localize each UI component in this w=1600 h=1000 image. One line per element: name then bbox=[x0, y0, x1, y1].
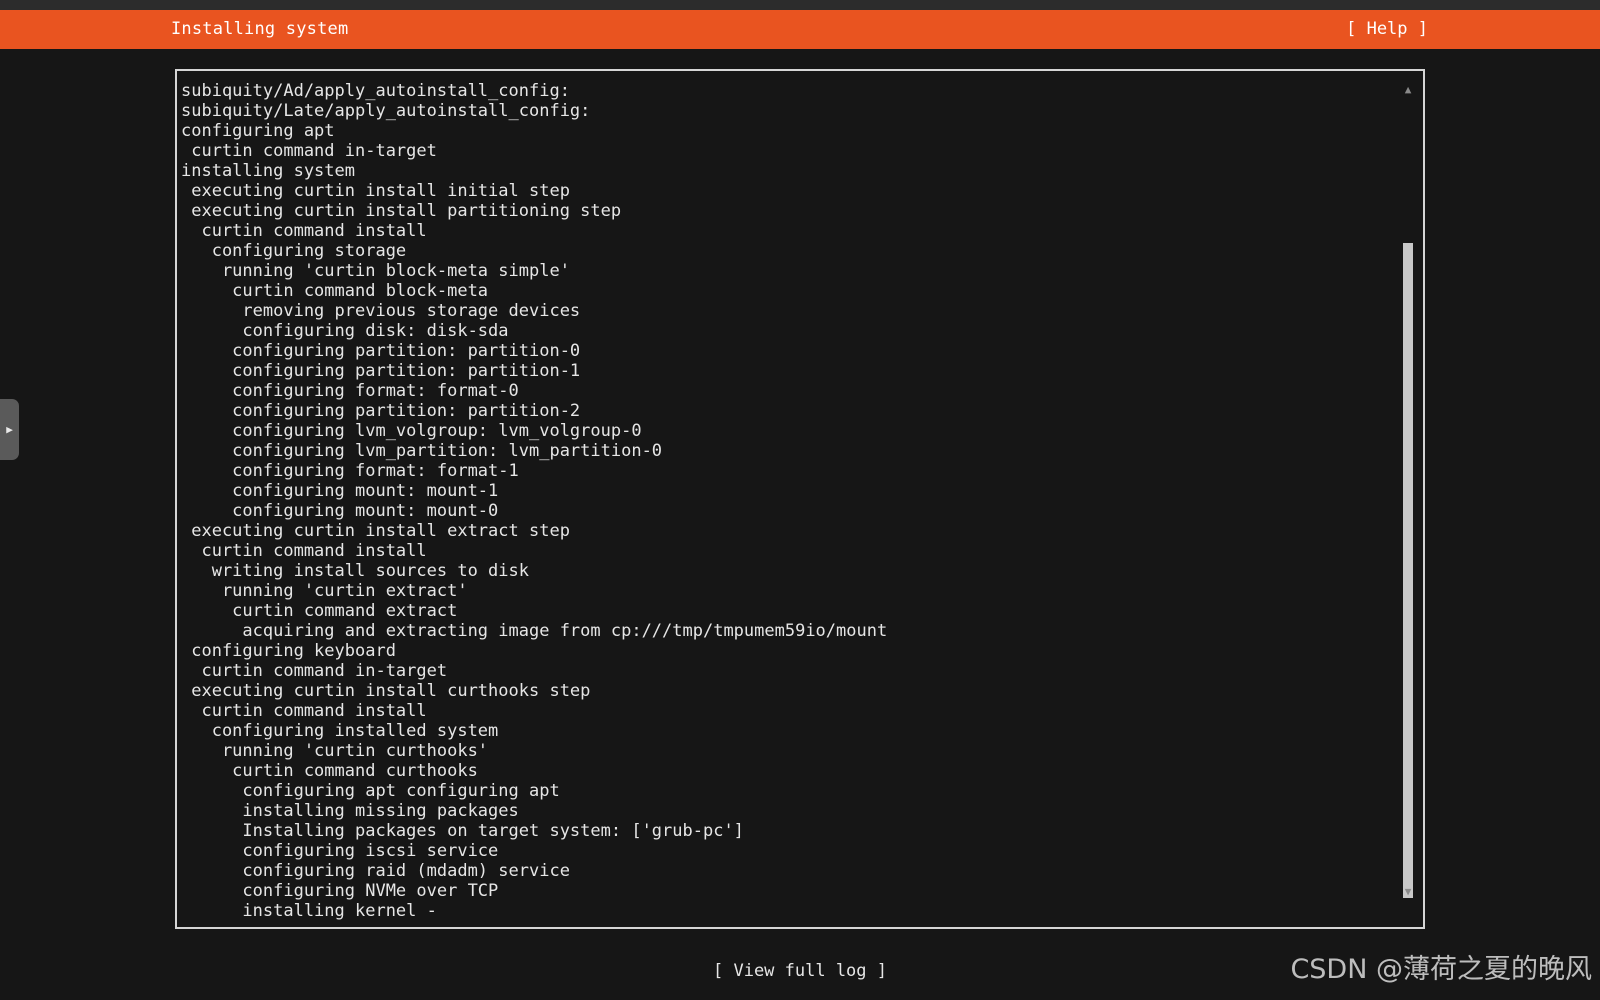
scroll-down-arrow-icon[interactable]: ▼ bbox=[1401, 885, 1415, 899]
log-line: running 'curtin extract' bbox=[181, 581, 468, 601]
log-line: configuring raid (mdadm) service bbox=[181, 861, 570, 881]
log-line: configuring installed system bbox=[181, 721, 499, 741]
log-line: executing curtin install initial step bbox=[181, 181, 570, 201]
log-line: curtin command install bbox=[181, 541, 427, 561]
log-line: installing system bbox=[181, 161, 355, 181]
log-line: configuring keyboard bbox=[181, 641, 396, 661]
log-line: curtin command extract bbox=[181, 601, 458, 621]
log-line: configuring mount: mount-1 bbox=[181, 481, 499, 501]
log-line: curtin command install bbox=[181, 701, 427, 721]
log-lines: subiquity/Ad/apply_autoinstall_config: su… bbox=[181, 81, 1383, 921]
side-panel-toggle[interactable]: ▶ bbox=[0, 399, 19, 460]
log-line: acquiring and extracting image from cp:/… bbox=[181, 621, 888, 641]
log-line: running 'curtin block-meta simple' bbox=[181, 261, 570, 281]
log-line: configuring partition: partition-2 bbox=[181, 401, 581, 421]
header-bar: Installing system [ Help ] bbox=[0, 10, 1600, 49]
log-line: configuring apt bbox=[181, 121, 335, 141]
log-line: configuring lvm_partition: lvm_partition… bbox=[181, 441, 663, 461]
log-line: curtin command in-target bbox=[181, 141, 437, 161]
chevron-right-icon: ▶ bbox=[6, 423, 13, 436]
help-button[interactable]: [ Help ] bbox=[1346, 10, 1428, 49]
log-line: configuring storage bbox=[181, 241, 407, 261]
log-line: configuring partition: partition-0 bbox=[181, 341, 581, 361]
log-line: installing missing packages bbox=[181, 801, 519, 821]
log-line: executing curtin install partitioning st… bbox=[181, 201, 622, 221]
install-log-panel: subiquity/Ad/apply_autoinstall_config: su… bbox=[175, 69, 1425, 929]
log-line: configuring lvm_volgroup: lvm_volgroup-0 bbox=[181, 421, 642, 441]
watermark: CSDN @薄荷之夏的晚风 bbox=[1290, 954, 1592, 985]
log-line: executing curtin install curthooks step bbox=[181, 681, 591, 701]
top-strip bbox=[0, 0, 1600, 10]
log-line: configuring disk: disk-sda bbox=[181, 321, 509, 341]
log-line: configuring mount: mount-0 bbox=[181, 501, 499, 521]
log-line: configuring apt configuring apt bbox=[181, 781, 560, 801]
log-line: configuring format: format-0 bbox=[181, 381, 519, 401]
log-line: curtin command install bbox=[181, 221, 427, 241]
scroll-up-arrow-icon[interactable]: ▲ bbox=[1401, 83, 1415, 97]
log-line: installing kernel - bbox=[181, 901, 437, 921]
log-line: curtin command curthooks bbox=[181, 761, 478, 781]
view-full-log-button[interactable]: [ View full log ] bbox=[713, 961, 887, 981]
log-line: configuring iscsi service bbox=[181, 841, 499, 861]
log-line: Installing packages on target system: ['… bbox=[181, 821, 744, 841]
log-line: removing previous storage devices bbox=[181, 301, 581, 321]
log-line: configuring partition: partition-1 bbox=[181, 361, 581, 381]
log-line: configuring NVMe over TCP bbox=[181, 881, 499, 901]
log-line: running 'curtin curthooks' bbox=[181, 741, 489, 761]
page-title: Installing system bbox=[171, 19, 349, 39]
log-line: writing install sources to disk bbox=[181, 561, 529, 581]
log-line: subiquity/Ad/apply_autoinstall_config: bbox=[181, 81, 570, 101]
log-line: subiquity/Late/apply_autoinstall_config: bbox=[181, 101, 591, 121]
log-line: curtin command in-target bbox=[181, 661, 448, 681]
log-line: curtin command block-meta bbox=[181, 281, 489, 301]
log-line: executing curtin install extract step bbox=[181, 521, 570, 541]
log-scrollbar[interactable]: ▲ ▼ bbox=[1401, 81, 1415, 901]
log-line: configuring format: format-1 bbox=[181, 461, 519, 481]
scroll-thumb[interactable] bbox=[1403, 243, 1413, 898]
